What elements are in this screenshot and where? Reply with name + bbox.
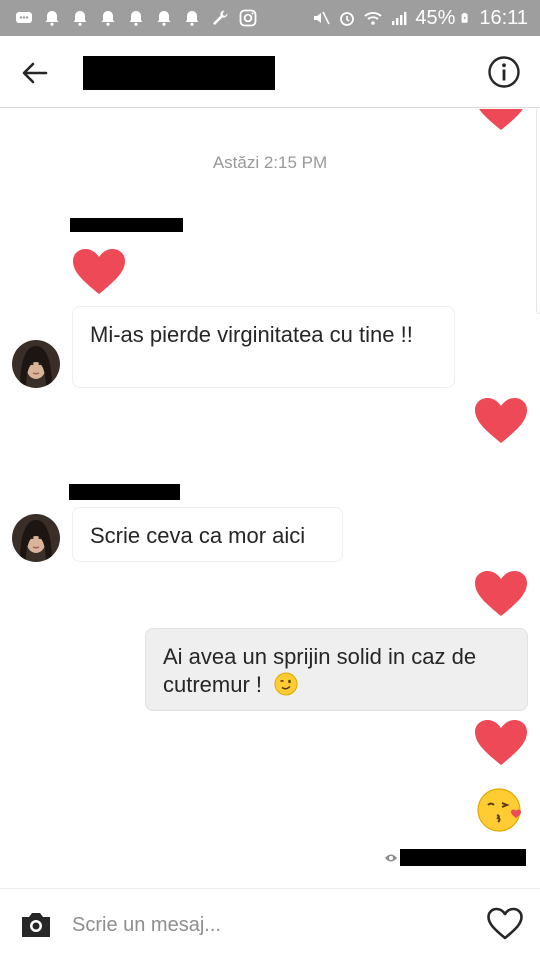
heart-icon[interactable] <box>473 396 529 446</box>
bell-icon <box>129 11 143 26</box>
bell-icon <box>101 11 115 26</box>
info-icon[interactable] <box>486 54 522 90</box>
face-blowing-kiss-emoji[interactable] <box>476 786 524 834</box>
winking-face-emoji <box>274 672 298 696</box>
status-bar: 45% 16:11 <box>0 0 540 36</box>
bell-icon <box>157 11 171 26</box>
clock-time: 16:11 <box>479 6 528 29</box>
heart-icon[interactable] <box>473 718 529 768</box>
avatar[interactable] <box>12 514 60 562</box>
mute-icon <box>314 11 331 25</box>
redacted-sender-name <box>69 484 180 500</box>
thread-timestamp: Astăzi 2:15 PM <box>212 153 328 172</box>
redacted-username[interactable] <box>83 56 275 90</box>
message-text: Scrie ceva ca mor aici <box>90 523 306 548</box>
heart-outline-icon[interactable] <box>486 907 524 941</box>
message-thread[interactable]: Astăzi 2:15 PM Mi-as pierde virginitatea… <box>0 109 540 887</box>
message-input[interactable] <box>72 907 462 943</box>
notification-icons <box>14 0 258 36</box>
instagram-icon <box>239 9 257 27</box>
bell-icon <box>185 11 199 26</box>
signal-icon <box>392 12 407 25</box>
redacted-sender-name <box>70 218 183 232</box>
bell-icon <box>73 11 87 26</box>
camera-icon[interactable] <box>18 907 54 941</box>
message-text: Mi-as pierde virginitatea cu tine !! <box>90 322 413 347</box>
heart-icon[interactable] <box>71 247 127 297</box>
alarm-icon <box>340 12 355 26</box>
bell-icon <box>45 11 59 26</box>
redacted-seen-by <box>400 849 526 866</box>
scroll-indicator <box>536 109 540 314</box>
chat-icon <box>16 12 32 23</box>
avatar[interactable] <box>12 340 60 388</box>
message-bubble-received[interactable]: Scrie ceva ca mor aici <box>72 507 343 562</box>
battery-charging-icon <box>462 12 469 23</box>
chat-header <box>0 36 540 108</box>
message-composer <box>0 888 540 960</box>
heart-icon[interactable] <box>473 569 529 619</box>
battery-percent: 45% <box>415 6 456 29</box>
message-bubble-sent[interactable]: Ai avea un sprijin solid in caz de cutre… <box>145 628 528 711</box>
heart-icon <box>479 109 523 130</box>
message-bubble-received[interactable]: Mi-as pierde virginitatea cu tine !! <box>72 306 455 388</box>
wifi-icon <box>364 12 382 25</box>
arrow-left-icon[interactable] <box>18 56 52 90</box>
wrench-icon <box>213 10 228 25</box>
seen-eye-icon <box>385 854 397 862</box>
system-status: 45% 16:11 <box>311 0 528 36</box>
message-text: Ai avea un sprijin solid in caz de cutre… <box>163 644 477 697</box>
